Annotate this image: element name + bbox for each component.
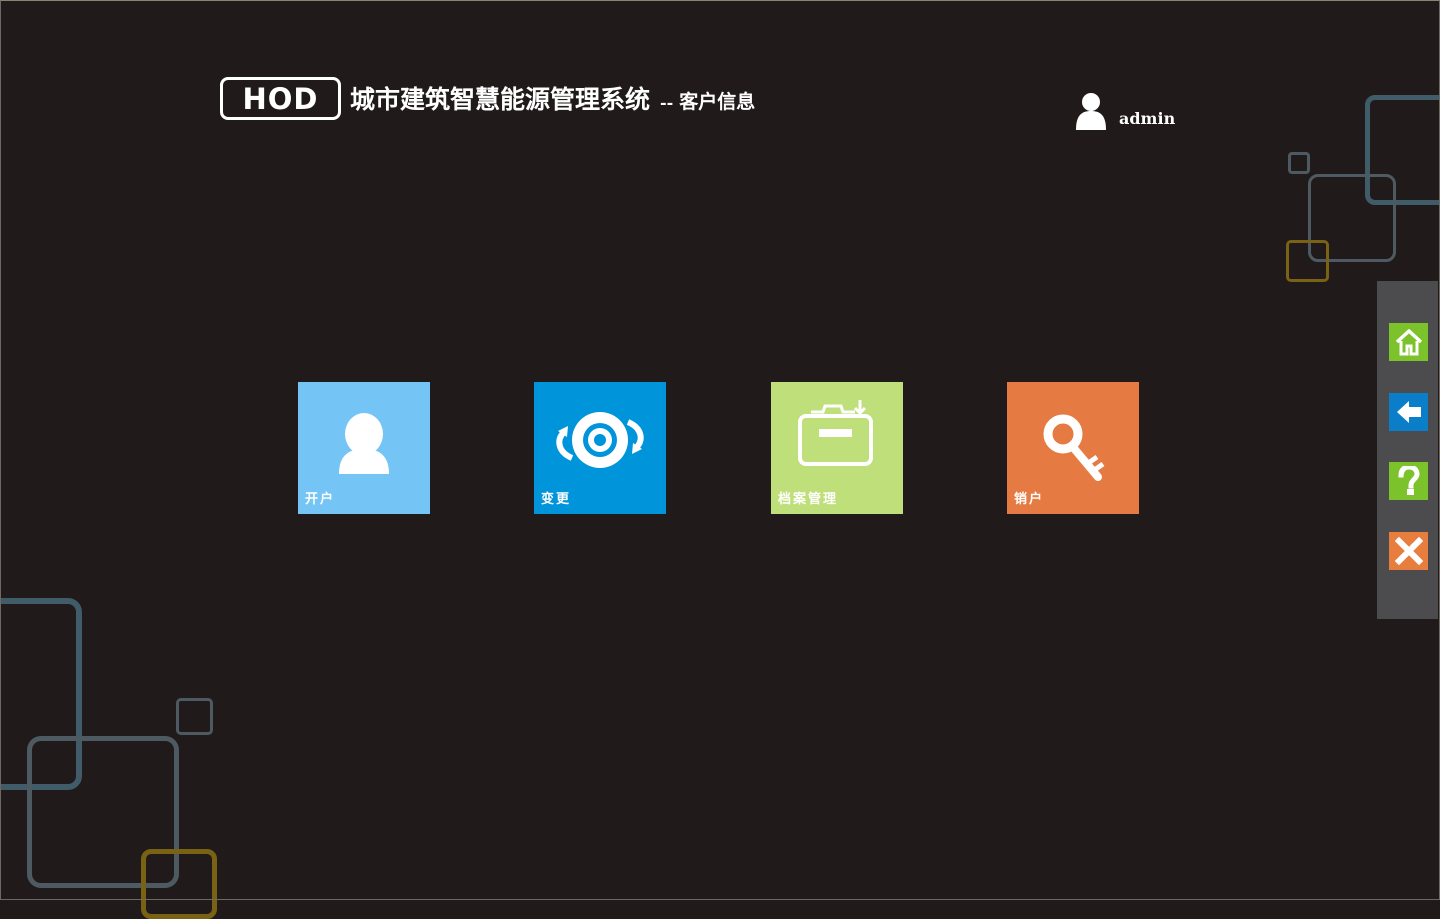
window-frame [0,0,1440,900]
decor-square [176,698,213,735]
system-title: 城市建筑智慧能源管理系统 [350,85,651,114]
logo-text: HOD [242,81,319,116]
tile-close-account[interactable]: 销户 [1007,382,1139,514]
close-button[interactable] [1389,532,1428,570]
user-icon [1076,93,1106,130]
back-button[interactable] [1389,393,1428,431]
close-icon [1394,537,1423,565]
home-icon [1395,329,1422,356]
tile-open-account[interactable]: 开户 [298,382,430,514]
back-arrow-icon [1396,401,1421,423]
tile-label: 开户 [305,492,336,507]
user-info[interactable]: admin [1075,92,1175,130]
title-separator: -- [660,93,674,112]
tile-label: 档案管理 [778,492,839,507]
tile-label: 变更 [541,492,572,507]
tile-change[interactable]: 变更 [534,382,666,514]
home-button[interactable] [1389,323,1428,361]
page-title: 城市建筑智慧能源管理系统 -- 客户信息 [350,80,755,116]
help-button[interactable] [1389,462,1428,500]
tile-archive-management[interactable]: 档案管理 [771,382,903,514]
page-subtitle: 客户信息 [679,91,756,113]
tile-label: 销户 [1014,492,1045,507]
side-toolbar [1377,281,1438,619]
decor-square [141,849,217,919]
decor-square [1286,240,1329,282]
hod-logo: HOD [220,77,341,120]
help-icon [1397,466,1420,495]
user-name: admin [1119,109,1176,128]
decor-square [1288,152,1310,174]
